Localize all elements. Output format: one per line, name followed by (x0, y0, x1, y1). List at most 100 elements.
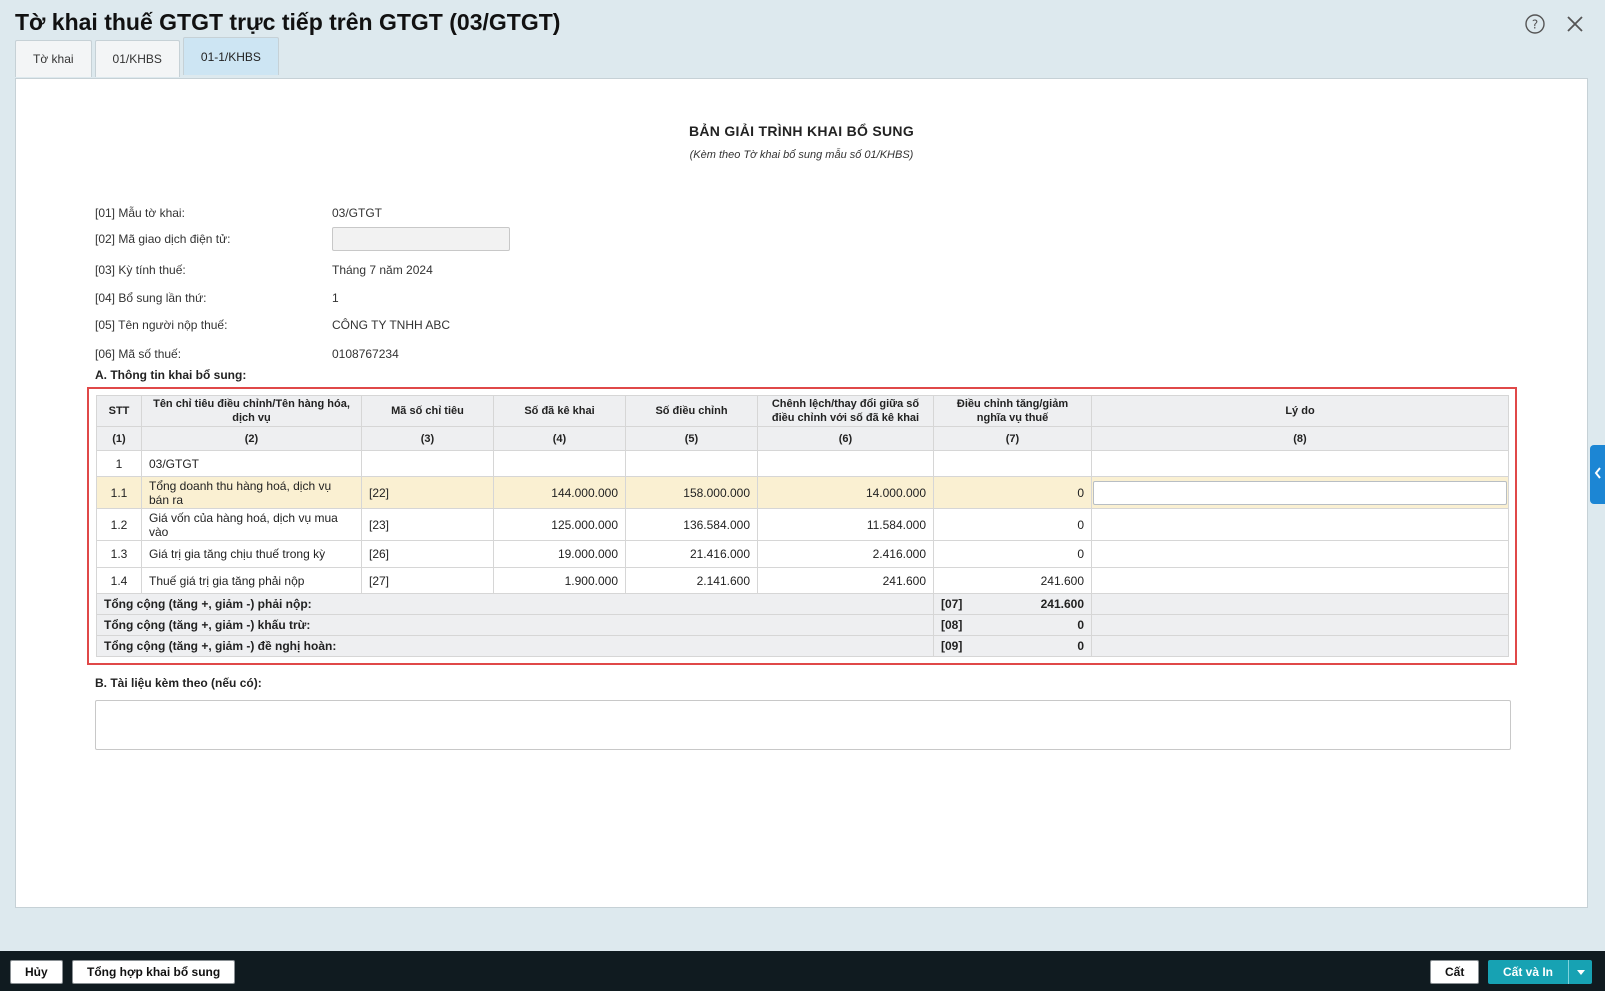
summary-button[interactable]: Tổng hợp khai bổ sung (72, 960, 236, 984)
row-name: Thuế giá trị gia tăng phải nộp (141, 567, 362, 594)
total-label: Tổng cộng (tăng +, giảm -) đề nghị hoàn: (96, 635, 934, 657)
total-row-payable: Tổng cộng (tăng +, giảm -) phải nộp: [07… (96, 593, 1509, 615)
column-number: (5) (625, 426, 758, 451)
row-diff: 2.416.000 (757, 540, 934, 568)
attachments-textarea[interactable] (95, 700, 1511, 750)
total-value: 241.600 (1040, 597, 1084, 611)
row-adjusted: 158.000.000 (625, 476, 758, 509)
column-number: (3) (361, 426, 494, 451)
section-a-title: A. Thông tin khai bổ sung: (95, 368, 247, 382)
total-code: [07] (941, 597, 963, 611)
row-declared: 125.000.000 (493, 508, 626, 541)
total-row-deductible: Tổng cộng (tăng +, giảm -) khấu trừ: [08… (96, 614, 1509, 636)
row-adjusted: 21.416.000 (625, 540, 758, 568)
row-name: Giá vốn của hàng hoá, dịch vụ mua vào (141, 508, 362, 541)
table-row[interactable]: 1.3 Giá trị gia tăng chịu thuế trong kỳ … (96, 540, 1509, 568)
side-panel-toggle[interactable] (1590, 445, 1605, 504)
column-header: Số đã kê khai (493, 395, 626, 427)
row-obligation: 0 (933, 476, 1092, 509)
total-value: 0 (1077, 618, 1084, 632)
transaction-code-input[interactable] (332, 227, 510, 251)
caret-down-icon[interactable] (1568, 960, 1592, 984)
field-label-tax-period: [03] Kỳ tính thuế: (95, 263, 186, 277)
save-print-button[interactable]: Cất và In (1488, 960, 1592, 984)
row-diff: 14.000.000 (757, 476, 934, 509)
total-value-cell: [07] 241.600 (933, 593, 1092, 615)
row-declared: 19.000.000 (493, 540, 626, 568)
tab-to-khai[interactable]: Tờ khai (15, 40, 92, 77)
total-code: [09] (941, 639, 963, 653)
chevron-left-icon (1594, 467, 1602, 482)
supplement-table: STT Tên chỉ tiêu điều chỉnh/Tên hàng hóa… (96, 395, 1509, 657)
total-label: Tổng cộng (tăng +, giảm -) phải nộp: (96, 593, 934, 615)
window-title: Tờ khai thuế GTGT trực tiếp trên GTGT (0… (15, 9, 561, 35)
column-number: (2) (141, 426, 362, 451)
row-code: [26] (361, 540, 494, 568)
column-header: Lý do (1091, 395, 1509, 427)
column-number: (6) (757, 426, 934, 451)
form-panel: BẢN GIẢI TRÌNH KHAI BỔ SUNG (Kèm theo Tờ… (15, 78, 1588, 908)
row-diff: 11.584.000 (757, 508, 934, 541)
table-row[interactable]: 1.4 Thuế giá trị gia tăng phải nộp [27] … (96, 567, 1509, 594)
column-header: Điều chỉnh tăng/giảm nghĩa vụ thuế (933, 395, 1092, 427)
row-reason-cell (1091, 476, 1509, 509)
document-title: BẢN GIẢI TRÌNH KHAI BỔ SUNG (688, 123, 915, 139)
row-stt: 1 (96, 450, 142, 477)
row-stt: 1.1 (96, 476, 142, 509)
total-value: 0 (1077, 639, 1084, 653)
tab-01-1-khbs[interactable]: 01-1/KHBS (182, 37, 279, 75)
total-row-refund: Tổng cộng (tăng +, giảm -) đề nghị hoàn:… (96, 635, 1509, 657)
field-label-taxpayer-name: [05] Tên người nộp thuế: (95, 318, 228, 332)
total-code: [08] (941, 618, 963, 632)
cancel-button[interactable]: Hủy (10, 960, 63, 984)
row-obligation: 241.600 (933, 567, 1092, 594)
row-code: [27] (361, 567, 494, 594)
column-header: Mã số chỉ tiêu (361, 395, 494, 427)
column-header: Tên chỉ tiêu điều chỉnh/Tên hàng hóa, dị… (141, 395, 362, 427)
row-name: Giá trị gia tăng chịu thuế trong kỳ (141, 540, 362, 568)
close-icon[interactable] (1563, 12, 1587, 36)
field-label-transaction-code: [02] Mã giao dịch điện tử: (95, 232, 231, 246)
field-label-tax-code: [06] Mã số thuế: (95, 347, 182, 361)
highlight-frame: STT Tên chỉ tiêu điều chỉnh/Tên hàng hóa… (87, 387, 1517, 665)
row-stt: 1.4 (96, 567, 142, 594)
section-b-title: B. Tài liệu kèm theo (nếu có): (95, 676, 262, 690)
row-stt: 1.2 (96, 508, 142, 541)
save-print-label[interactable]: Cất và In (1488, 960, 1568, 984)
total-value-cell: [08] 0 (933, 614, 1092, 636)
tab-01-khbs[interactable]: 01/KHBS (94, 40, 180, 77)
row-declared: 144.000.000 (493, 476, 626, 509)
row-adjusted: 2.141.600 (625, 567, 758, 594)
row-obligation: 0 (933, 508, 1092, 541)
table-group-row: 1 03/GTGT (96, 450, 1509, 477)
column-number: (1) (96, 426, 142, 451)
row-diff: 241.600 (757, 567, 934, 594)
total-label: Tổng cộng (tăng +, giảm -) khấu trừ: (96, 614, 934, 636)
footer-bar: Hủy Tổng hợp khai bổ sung Cất Cất và In (0, 951, 1605, 991)
field-label-supplement-count: [04] Bổ sung lần thứ: (95, 291, 207, 305)
field-value-tax-period: Tháng 7 năm 2024 (332, 263, 433, 277)
row-adjusted: 136.584.000 (625, 508, 758, 541)
table-header-number-row: (1) (2) (3) (4) (5) (6) (7) (8) (96, 426, 1509, 451)
column-number: (4) (493, 426, 626, 451)
row-obligation: 0 (933, 540, 1092, 568)
row-reason[interactable] (1091, 540, 1509, 568)
reason-input[interactable] (1093, 480, 1507, 505)
table-row[interactable]: 1.1 Tổng doanh thu hàng hoá, dịch vụ bán… (96, 476, 1509, 509)
save-button[interactable]: Cất (1430, 960, 1480, 984)
field-value-tax-code: 0108767234 (332, 347, 399, 361)
row-reason[interactable] (1091, 567, 1509, 594)
table-header-row: STT Tên chỉ tiêu điều chỉnh/Tên hàng hóa… (96, 395, 1509, 427)
document-subtitle: (Kèm theo Tờ khai bổ sung mẫu số 01/KHBS… (689, 149, 914, 161)
field-value-supplement-count: 1 (332, 291, 339, 305)
row-reason[interactable] (1091, 508, 1509, 541)
row-code: [23] (361, 508, 494, 541)
help-icon[interactable]: ? (1523, 12, 1547, 36)
column-number: (8) (1091, 426, 1509, 451)
row-declared: 1.900.000 (493, 567, 626, 594)
table-row[interactable]: 1.2 Giá vốn của hàng hoá, dịch vụ mua và… (96, 508, 1509, 541)
field-label-template: [01] Mẫu tờ khai: (95, 206, 185, 220)
tab-bar: Tờ khai 01/KHBS 01-1/KHBS (15, 37, 279, 77)
field-value-taxpayer-name: CÔNG TY TNHH ABC (332, 318, 451, 332)
field-value-template: 03/GTGT (332, 206, 383, 220)
